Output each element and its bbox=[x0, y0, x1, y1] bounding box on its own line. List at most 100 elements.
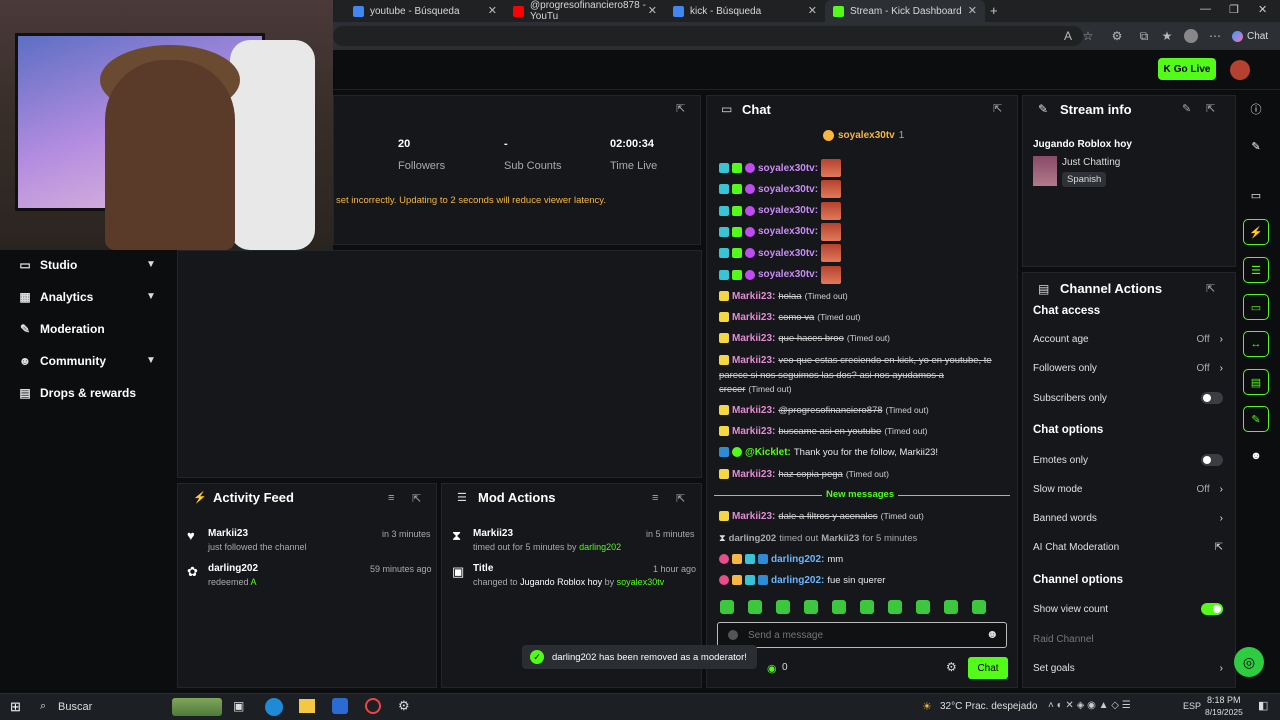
extensions-icon[interactable]: ⚙ bbox=[1109, 28, 1125, 44]
obs-icon[interactable] bbox=[365, 698, 381, 714]
toggle-switch[interactable] bbox=[1201, 454, 1223, 466]
url-field[interactable] bbox=[333, 26, 1083, 46]
language-indicator[interactable]: ESP bbox=[1183, 701, 1201, 711]
popout-icon[interactable]: ⇱ bbox=[676, 492, 685, 505]
taskbar-search[interactable]: Buscar bbox=[58, 701, 92, 713]
task-view-icon[interactable]: ▣ bbox=[233, 699, 244, 713]
chat-username[interactable]: Markii23: bbox=[732, 511, 775, 522]
chat-username[interactable]: Markii23: bbox=[732, 355, 775, 366]
chat-username[interactable]: soyalex30tv: bbox=[758, 184, 818, 195]
chat-username[interactable]: soyalex30tv: bbox=[758, 205, 818, 216]
sidebar-item-moderation[interactable]: ✎ Moderation bbox=[18, 319, 105, 339]
chevron-down-icon[interactable]: ▼ bbox=[146, 291, 156, 302]
chat-message-input[interactable] bbox=[748, 627, 968, 643]
edge-browser-icon[interactable] bbox=[265, 698, 283, 716]
channel-action-row[interactable]: Show view count bbox=[1033, 600, 1223, 618]
emote-icon[interactable] bbox=[804, 600, 818, 614]
chevron-down-icon[interactable]: ▼ bbox=[146, 355, 156, 366]
copilot-chat-button[interactable]: Chat bbox=[1232, 27, 1278, 45]
close-tab-icon[interactable]: ✕ bbox=[808, 4, 817, 17]
windows-start-icon[interactable]: ⊞ bbox=[10, 699, 21, 715]
emote-icon[interactable] bbox=[832, 600, 846, 614]
chat-message[interactable]: Markii23: holaa (Timed out) bbox=[719, 287, 848, 305]
chat-username[interactable]: Markii23: bbox=[732, 291, 775, 302]
sidebar-item-drops[interactable]: ▤ Drops & rewards bbox=[18, 383, 136, 403]
popout-icon[interactable]: ⇱ bbox=[676, 102, 685, 115]
minimize-icon[interactable]: — bbox=[1200, 3, 1211, 15]
emote-icon[interactable] bbox=[776, 600, 790, 614]
channel-action-row[interactable]: AI Chat Moderation ⇱ bbox=[1033, 538, 1223, 556]
popout-icon[interactable]: ⇱ bbox=[1206, 282, 1215, 295]
restore-icon[interactable]: ❐ bbox=[1229, 3, 1239, 16]
emote-icon[interactable] bbox=[860, 600, 874, 614]
channel-action-row[interactable]: Emotes only bbox=[1033, 451, 1223, 469]
channel-action-row[interactable]: Subscribers only bbox=[1033, 389, 1223, 407]
profile-icon[interactable] bbox=[1184, 29, 1198, 43]
close-tab-icon[interactable]: ✕ bbox=[488, 4, 497, 17]
notifications-icon[interactable]: ◧ bbox=[1258, 699, 1268, 712]
chat-message[interactable]: Markii23: @progresofinanciero878 (Timed … bbox=[719, 401, 929, 419]
info-icon[interactable]: ⓘ bbox=[1243, 96, 1269, 122]
channel-action-row[interactable]: Account age Off › bbox=[1033, 330, 1223, 348]
chat-username[interactable]: soyalex30tv: bbox=[758, 163, 818, 174]
tab-youtube-channel[interactable]: @progresofinanciero878 - YouTu ✕ bbox=[505, 0, 665, 22]
settings-icon[interactable]: ⚙ bbox=[398, 698, 410, 714]
more-options-icon[interactable]: ⋯ bbox=[1207, 28, 1223, 44]
chat-bubble-icon[interactable]: ▭ bbox=[1243, 294, 1269, 320]
split-icon[interactable]: ⧉ bbox=[1136, 28, 1152, 44]
widget-image[interactable] bbox=[172, 698, 222, 716]
search-icon[interactable]: ⌕ bbox=[40, 700, 46, 713]
popout-icon[interactable]: ⇱ bbox=[993, 102, 1002, 115]
chat-username[interactable]: soyalex30tv: bbox=[758, 226, 818, 237]
chat-message[interactable]: soyalex30tv: bbox=[719, 265, 842, 284]
tab-youtube-search[interactable]: youtube - Búsqueda ✕ bbox=[345, 0, 505, 22]
sidebar-item-studio[interactable]: ▭ Studio bbox=[18, 255, 77, 275]
reader-icon[interactable]: A bbox=[1060, 28, 1076, 44]
chat-username[interactable]: Markii23: bbox=[732, 469, 775, 480]
chat-username[interactable]: darling202: bbox=[771, 575, 824, 586]
lightning-icon[interactable]: ⚡ bbox=[1243, 219, 1269, 245]
chat-username[interactable]: soyalex30tv: bbox=[758, 248, 818, 259]
edit-icon[interactable]: ✎ bbox=[1243, 133, 1269, 159]
chat-username[interactable]: Markii23: bbox=[732, 405, 775, 416]
edit-pencil-icon[interactable]: ✎ bbox=[1182, 102, 1191, 115]
chat-username[interactable]: darling202: bbox=[771, 554, 824, 565]
channel-action-row[interactable]: Banned words › bbox=[1033, 509, 1223, 527]
support-chat-icon[interactable]: ◎ bbox=[1234, 647, 1264, 677]
chat-username[interactable]: @Kicklet: bbox=[745, 447, 791, 458]
chat-message[interactable]: Markii23: dale a filtros y acenales (Tim… bbox=[719, 507, 924, 525]
chat-message[interactable]: @Kicklet: Thank you for the follow, Mark… bbox=[719, 443, 938, 461]
new-tab-icon[interactable]: + bbox=[990, 3, 998, 18]
weather-text[interactable]: 32°C Prac. despejado bbox=[940, 701, 1037, 712]
file-explorer-icon[interactable] bbox=[299, 699, 315, 713]
mod-item-name[interactable]: Markii23 bbox=[473, 528, 513, 539]
chat-message[interactable]: darling202: fue sin querer bbox=[719, 571, 885, 589]
chat-message[interactable]: soyalex30tv: bbox=[719, 222, 842, 241]
layout-icon[interactable]: ▤ bbox=[1243, 369, 1269, 395]
emote-icon[interactable] bbox=[944, 600, 958, 614]
chat-message[interactable]: soyalex30tv: bbox=[719, 180, 842, 199]
chevron-down-icon[interactable]: ▼ bbox=[146, 259, 156, 270]
filter-icon[interactable]: ≡ bbox=[388, 492, 394, 504]
toggle-switch[interactable] bbox=[1201, 603, 1223, 615]
chat-username[interactable]: soyalex30tv: bbox=[758, 269, 818, 280]
mod-item-name[interactable]: Title bbox=[473, 563, 493, 574]
emoji-icon[interactable]: ☻ bbox=[986, 627, 999, 641]
emote-icon[interactable] bbox=[916, 600, 930, 614]
list-icon[interactable]: ☰ bbox=[1243, 257, 1269, 283]
chat-username[interactable]: Markii23: bbox=[732, 426, 775, 437]
chat-message[interactable]: Markii23: que haces broo (Timed out) bbox=[719, 329, 890, 347]
chat-message[interactable]: Markii23: como va (Timed out) bbox=[719, 308, 860, 326]
go-live-button[interactable]: K Go Live bbox=[1158, 58, 1216, 80]
clock-date[interactable]: 8/19/2025 bbox=[1205, 707, 1243, 717]
channel-action-row[interactable]: Set goals › bbox=[1033, 659, 1223, 677]
tab-kick-search[interactable]: kick - Búsqueda ✕ bbox=[665, 0, 825, 22]
feed-item-name[interactable]: darling202 bbox=[208, 563, 258, 574]
popout-icon[interactable]: ⇱ bbox=[1206, 102, 1215, 115]
chat-message[interactable]: Markii23: haz copia pega (Timed out) bbox=[719, 465, 889, 483]
chat-input-box[interactable]: ☻ bbox=[717, 622, 1007, 648]
close-tab-icon[interactable]: ✕ bbox=[968, 4, 977, 17]
close-tab-icon[interactable]: ✕ bbox=[648, 4, 657, 17]
chat-message[interactable]: darling202: mm bbox=[719, 550, 843, 568]
user-avatar[interactable] bbox=[1230, 60, 1250, 80]
